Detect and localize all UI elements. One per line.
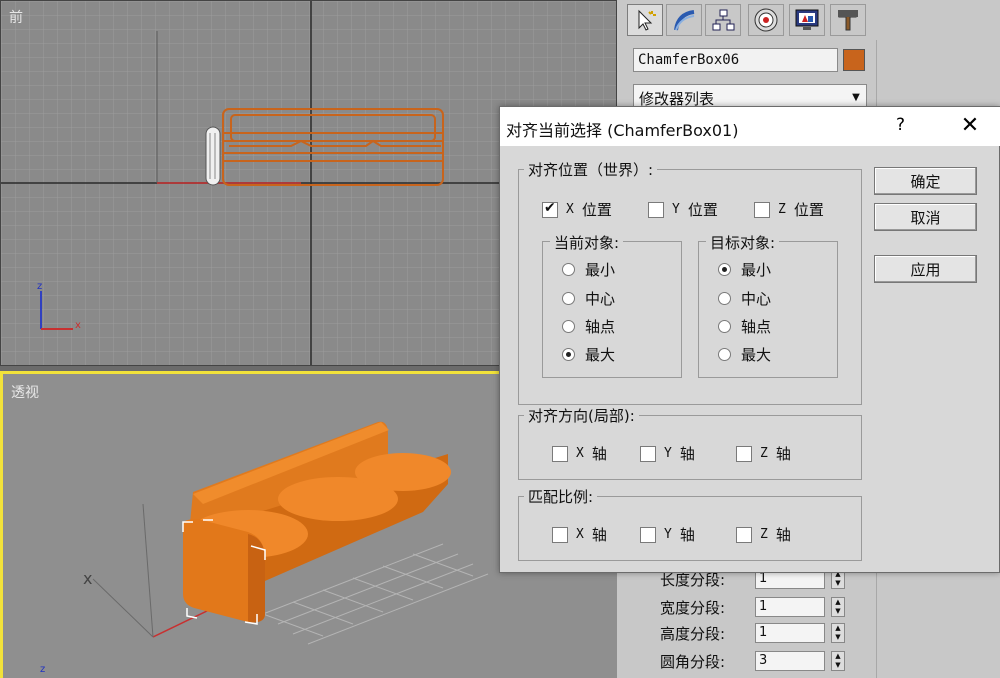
radio-dot[interactable] <box>562 348 575 361</box>
motion-icon[interactable] <box>748 4 784 36</box>
target-object-title: 目标对象: <box>706 232 780 253</box>
radio-label: 最大 <box>741 346 772 364</box>
hierarchy-icon[interactable] <box>705 4 741 36</box>
radio-label: 最小 <box>741 261 772 279</box>
orient-y-checkbox[interactable]: Y轴 <box>640 443 695 464</box>
radio-label: 最大 <box>585 346 616 364</box>
svg-text:z: z <box>40 664 45 675</box>
current-max-radio[interactable]: 最大 <box>562 344 615 365</box>
checkbox-label: 轴 <box>591 526 607 544</box>
current-pivot-radio[interactable]: 轴点 <box>562 316 615 337</box>
radio-label: 中心 <box>741 290 772 308</box>
checkbox-label: 位置 <box>793 201 824 219</box>
current-min-radio[interactable]: 最小 <box>562 259 615 280</box>
help-button[interactable]: ? <box>896 115 905 135</box>
spinner-icon[interactable]: ▲ ▼ <box>831 623 845 643</box>
object-color-swatch[interactable] <box>843 49 865 71</box>
scale-y-checkbox[interactable]: Y轴 <box>640 524 695 545</box>
target-center-radio[interactable]: 中心 <box>718 288 771 309</box>
front-viewport-label[interactable]: 前 <box>9 7 23 27</box>
param-fillet-segs: 圆角分段: 3 ▲ ▼ <box>660 650 845 672</box>
axis-letter: Y <box>664 527 672 542</box>
axis-letter: X <box>576 527 584 542</box>
orient-z-checkbox[interactable]: Z轴 <box>736 443 791 464</box>
svg-text:x: x <box>75 320 81 331</box>
param-label: 高度分段: <box>660 624 726 643</box>
axis-letter: X <box>566 202 574 217</box>
apply-button[interactable]: 应用 <box>874 255 977 283</box>
checkbox-label: 轴 <box>679 445 695 463</box>
align-position-title: 对齐位置（世界）: <box>524 159 658 180</box>
axis-letter: X <box>576 446 584 461</box>
match-scale-title: 匹配比例: <box>524 486 598 507</box>
checkbox-label: 位置 <box>687 201 718 219</box>
z-position-checkbox[interactable]: Z 位置 <box>754 199 824 220</box>
checkbox-box[interactable] <box>552 526 568 543</box>
target-max-radio[interactable]: 最大 <box>718 344 771 365</box>
dialog-title: 对齐当前选择 (ChamferBox01) <box>500 107 1000 146</box>
modify-icon[interactable] <box>666 4 702 36</box>
object-name-input[interactable]: ChamferBox06 <box>633 48 838 72</box>
param-label: 宽度分段: <box>660 598 726 617</box>
checkbox-label: 轴 <box>775 445 791 463</box>
checkbox-box[interactable] <box>640 526 656 543</box>
radio-dot[interactable] <box>562 292 575 305</box>
x-position-checkbox[interactable]: X 位置 <box>542 199 612 220</box>
ok-button[interactable]: 确定 <box>874 167 977 195</box>
svg-text:z: z <box>37 281 42 292</box>
checkbox-box[interactable] <box>648 201 664 218</box>
param-label: 圆角分段: <box>660 652 726 671</box>
checkbox-label: 位置 <box>581 201 612 219</box>
checkbox-box[interactable] <box>736 445 752 462</box>
axis-letter: Z <box>760 527 768 542</box>
axis-letter: Y <box>672 202 680 217</box>
axis-letter: Z <box>778 202 786 217</box>
param-width-segs: 宽度分段: 1 ▲ ▼ <box>660 596 845 618</box>
current-object-title: 当前对象: <box>550 232 624 253</box>
radio-dot[interactable] <box>718 292 731 305</box>
spinner-icon[interactable]: ▲ ▼ <box>831 651 845 671</box>
checkbox-label: 轴 <box>775 526 791 544</box>
checkbox-box[interactable] <box>736 526 752 543</box>
current-center-radio[interactable]: 中心 <box>562 288 615 309</box>
align-selection-dialog: 对齐当前选择 (ChamferBox01) ? ✕ 对齐位置（世界）: X 位置… <box>499 106 1000 573</box>
radio-dot[interactable] <box>562 320 575 333</box>
param-height-segs-input[interactable]: 1 <box>755 623 825 643</box>
radio-dot[interactable] <box>718 263 731 276</box>
create-icon[interactable] <box>627 4 663 36</box>
radio-dot[interactable] <box>718 320 731 333</box>
radio-label: 轴点 <box>741 318 772 336</box>
axis-letter: Y <box>664 446 672 461</box>
checkbox-box[interactable] <box>542 200 558 218</box>
y-position-checkbox[interactable]: Y 位置 <box>648 199 718 220</box>
checkbox-box[interactable] <box>640 445 656 462</box>
param-width-segs-input[interactable]: 1 <box>755 597 825 617</box>
scale-x-checkbox[interactable]: X轴 <box>552 524 607 545</box>
radio-dot[interactable] <box>718 348 731 361</box>
align-orientation-title: 对齐方向(局部): <box>524 405 639 426</box>
sofa-model <box>183 421 451 623</box>
radio-label: 最小 <box>585 261 616 279</box>
param-fillet-segs-input[interactable]: 3 <box>755 651 825 671</box>
radio-dot[interactable] <box>562 263 575 276</box>
utilities-icon[interactable] <box>830 4 866 36</box>
radio-label: 中心 <box>585 290 616 308</box>
target-min-radio[interactable]: 最小 <box>718 259 771 280</box>
param-height-segs: 高度分段: 1 ▲ ▼ <box>660 622 845 644</box>
display-icon[interactable] <box>789 4 825 36</box>
checkbox-box[interactable] <box>552 445 568 462</box>
radio-label: 轴点 <box>585 318 616 336</box>
checkbox-label: 轴 <box>679 526 695 544</box>
close-icon[interactable]: ✕ <box>955 113 985 139</box>
target-pivot-radio[interactable]: 轴点 <box>718 316 771 337</box>
checkbox-label: 轴 <box>591 445 607 463</box>
scale-z-checkbox[interactable]: Z轴 <box>736 524 791 545</box>
cancel-button[interactable]: 取消 <box>874 203 977 231</box>
checkbox-box[interactable] <box>754 201 770 218</box>
spinner-icon[interactable]: ▲ ▼ <box>831 597 845 617</box>
svg-text:x: x <box>83 569 92 588</box>
perspective-viewport-label[interactable]: 透视 <box>11 382 39 402</box>
axis-letter: Z <box>760 446 768 461</box>
orient-x-checkbox[interactable]: X轴 <box>552 443 607 464</box>
